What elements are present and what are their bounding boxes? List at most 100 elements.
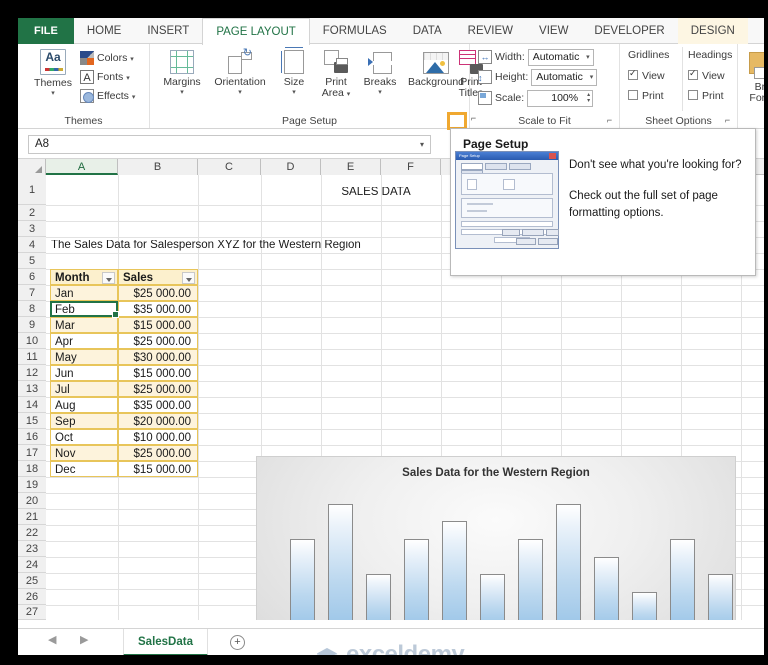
column-header-D[interactable]: D <box>261 159 321 175</box>
row-header-11[interactable]: 11 <box>18 349 46 365</box>
select-all-corner[interactable] <box>18 159 46 175</box>
row-header-10[interactable]: 10 <box>18 333 46 349</box>
filter-dropdown-icon[interactable] <box>102 272 115 284</box>
sales-chart[interactable]: Sales Data for the Western Region JAN FE… <box>256 456 736 620</box>
gridlines-print-checkbox[interactable]: Print <box>628 90 664 102</box>
gridlines-view-checkbox[interactable]: View <box>628 68 665 82</box>
tab-data[interactable]: DATA <box>400 18 455 44</box>
table-row[interactable]: $25 000.00 <box>118 381 198 397</box>
row-header-24[interactable]: 24 <box>18 557 46 573</box>
table-row[interactable]: Dec <box>50 461 118 477</box>
scale-width-dropdown[interactable]: Automatic ▾ <box>527 48 594 66</box>
tab-formulas[interactable]: FORMULAS <box>310 18 400 44</box>
cell-sales-data-title[interactable]: SALES DATA <box>276 187 476 199</box>
column-header-B[interactable]: B <box>118 159 198 175</box>
tab-design[interactable]: DESIGN <box>677 18 748 44</box>
chevron-down-icon[interactable]: ▾ <box>420 136 424 153</box>
sheet-options-dialog-launcher[interactable]: ⌐ <box>722 115 733 126</box>
row-header-13[interactable]: 13 <box>18 381 46 397</box>
table-row[interactable]: $30 000.00 <box>118 349 198 365</box>
row-header-26[interactable]: 26 <box>18 589 46 605</box>
row-header-22[interactable]: 22 <box>18 525 46 541</box>
row-header-2[interactable]: 2 <box>18 205 46 221</box>
tab-file[interactable]: FILE <box>18 18 74 44</box>
table-row[interactable]: Sep <box>50 413 118 429</box>
table-row[interactable]: $15 000.00 <box>118 461 198 477</box>
size-button[interactable]: Size ▾ <box>274 47 314 96</box>
breaks-button[interactable]: Breaks ▾ <box>358 52 402 96</box>
table-row[interactable]: Mar <box>50 317 118 333</box>
filter-dropdown-icon[interactable] <box>182 272 195 284</box>
row-header-17[interactable]: 17 <box>18 445 46 461</box>
themes-button[interactable]: Themes ▾ <box>26 49 80 97</box>
table-row[interactable]: $25 000.00 <box>118 445 198 461</box>
print-area-button[interactable]: Print Area ▾ <box>314 50 358 100</box>
column-header-E[interactable]: E <box>321 159 381 175</box>
table-row[interactable]: $25 000.00 <box>118 285 198 301</box>
table-row[interactable]: Jan <box>50 285 118 301</box>
scale-percent-input[interactable]: 100% ▴ ▾ <box>527 89 594 107</box>
table-row[interactable]: $25 000.00 <box>118 333 198 349</box>
row-header-5[interactable]: 5 <box>18 253 46 269</box>
table-row[interactable]: Aug <box>50 397 118 413</box>
row-header-25[interactable]: 25 <box>18 573 46 589</box>
headings-print-checkbox[interactable]: Print <box>688 90 724 102</box>
table-row[interactable]: $15 000.00 <box>118 365 198 381</box>
name-box[interactable]: A8 ▾ <box>28 135 431 154</box>
table-row[interactable]: $35 000.00 <box>118 397 198 413</box>
row-header-20[interactable]: 20 <box>18 493 46 509</box>
row-header-21[interactable]: 21 <box>18 509 46 525</box>
table-row[interactable]: Jun <box>50 365 118 381</box>
table-row[interactable]: Apr <box>50 333 118 349</box>
row-header-3[interactable]: 3 <box>18 221 46 237</box>
column-header-A[interactable]: A <box>46 159 118 175</box>
table-row[interactable]: Oct <box>50 429 118 445</box>
tab-review[interactable]: REVIEW <box>455 18 526 44</box>
tab-home[interactable]: HOME <box>74 18 135 44</box>
next-sheet-icon[interactable]: ▶ <box>80 633 88 646</box>
table-header-sales[interactable]: Sales <box>118 269 198 285</box>
table-row[interactable]: $10 000.00 <box>118 429 198 445</box>
table-row[interactable]: May <box>50 349 118 365</box>
row-header-8[interactable]: 8 <box>18 301 46 317</box>
column-header-C[interactable]: C <box>198 159 261 175</box>
table-row[interactable]: $15 000.00 <box>118 317 198 333</box>
row-header-15[interactable]: 15 <box>18 413 46 429</box>
checkbox-icon[interactable] <box>628 90 638 100</box>
tab-view[interactable]: VIEW <box>526 18 581 44</box>
table-header-month[interactable]: Month <box>50 269 118 285</box>
bring-forward-button[interactable]: Brin Forwa <box>742 52 764 104</box>
scale-height-dropdown[interactable]: Automatic ▾ <box>531 68 598 86</box>
checkbox-icon[interactable] <box>688 68 698 80</box>
checkbox-icon[interactable] <box>688 90 698 100</box>
tab-page-layout[interactable]: PAGE LAYOUT <box>202 18 310 45</box>
row-header-9[interactable]: 9 <box>18 317 46 333</box>
theme-colors-button[interactable]: Colors ▾ <box>80 49 134 67</box>
table-row[interactable]: Nov <box>50 445 118 461</box>
cell-description[interactable]: The Sales Data for Salesperson XYZ for t… <box>51 240 471 252</box>
table-row[interactable]: Jul <box>50 381 118 397</box>
sheet-tab-salesdata[interactable]: SalesData <box>123 629 208 656</box>
headings-view-checkbox[interactable]: View <box>688 68 725 82</box>
row-header-27[interactable]: 27 <box>18 605 46 620</box>
table-row[interactable]: $35 000.00 <box>118 301 198 317</box>
checkbox-icon[interactable] <box>628 68 638 80</box>
row-header-1[interactable]: 1 <box>18 175 46 205</box>
tab-insert[interactable]: INSERT <box>134 18 202 44</box>
tab-developer[interactable]: DEVELOPER <box>581 18 677 44</box>
row-header-23[interactable]: 23 <box>18 541 46 557</box>
scale-to-fit-dialog-launcher[interactable]: ⌐ <box>604 115 615 126</box>
add-sheet-button[interactable]: + <box>230 635 245 650</box>
row-header-14[interactable]: 14 <box>18 397 46 413</box>
table-row[interactable]: $20 000.00 <box>118 413 198 429</box>
spinner-up-down-icon[interactable]: ▴ ▾ <box>587 92 590 104</box>
theme-fonts-button[interactable]: Fonts ▾ <box>80 68 130 87</box>
row-header-18[interactable]: 18 <box>18 461 46 477</box>
margins-button[interactable]: Margins ▾ <box>156 50 208 96</box>
row-header-12[interactable]: 12 <box>18 365 46 381</box>
prev-sheet-icon[interactable]: ◀ <box>48 633 56 646</box>
row-header-19[interactable]: 19 <box>18 477 46 493</box>
row-header-4[interactable]: 4 <box>18 237 46 253</box>
row-header-6[interactable]: 6 <box>18 269 46 285</box>
row-header-16[interactable]: 16 <box>18 429 46 445</box>
